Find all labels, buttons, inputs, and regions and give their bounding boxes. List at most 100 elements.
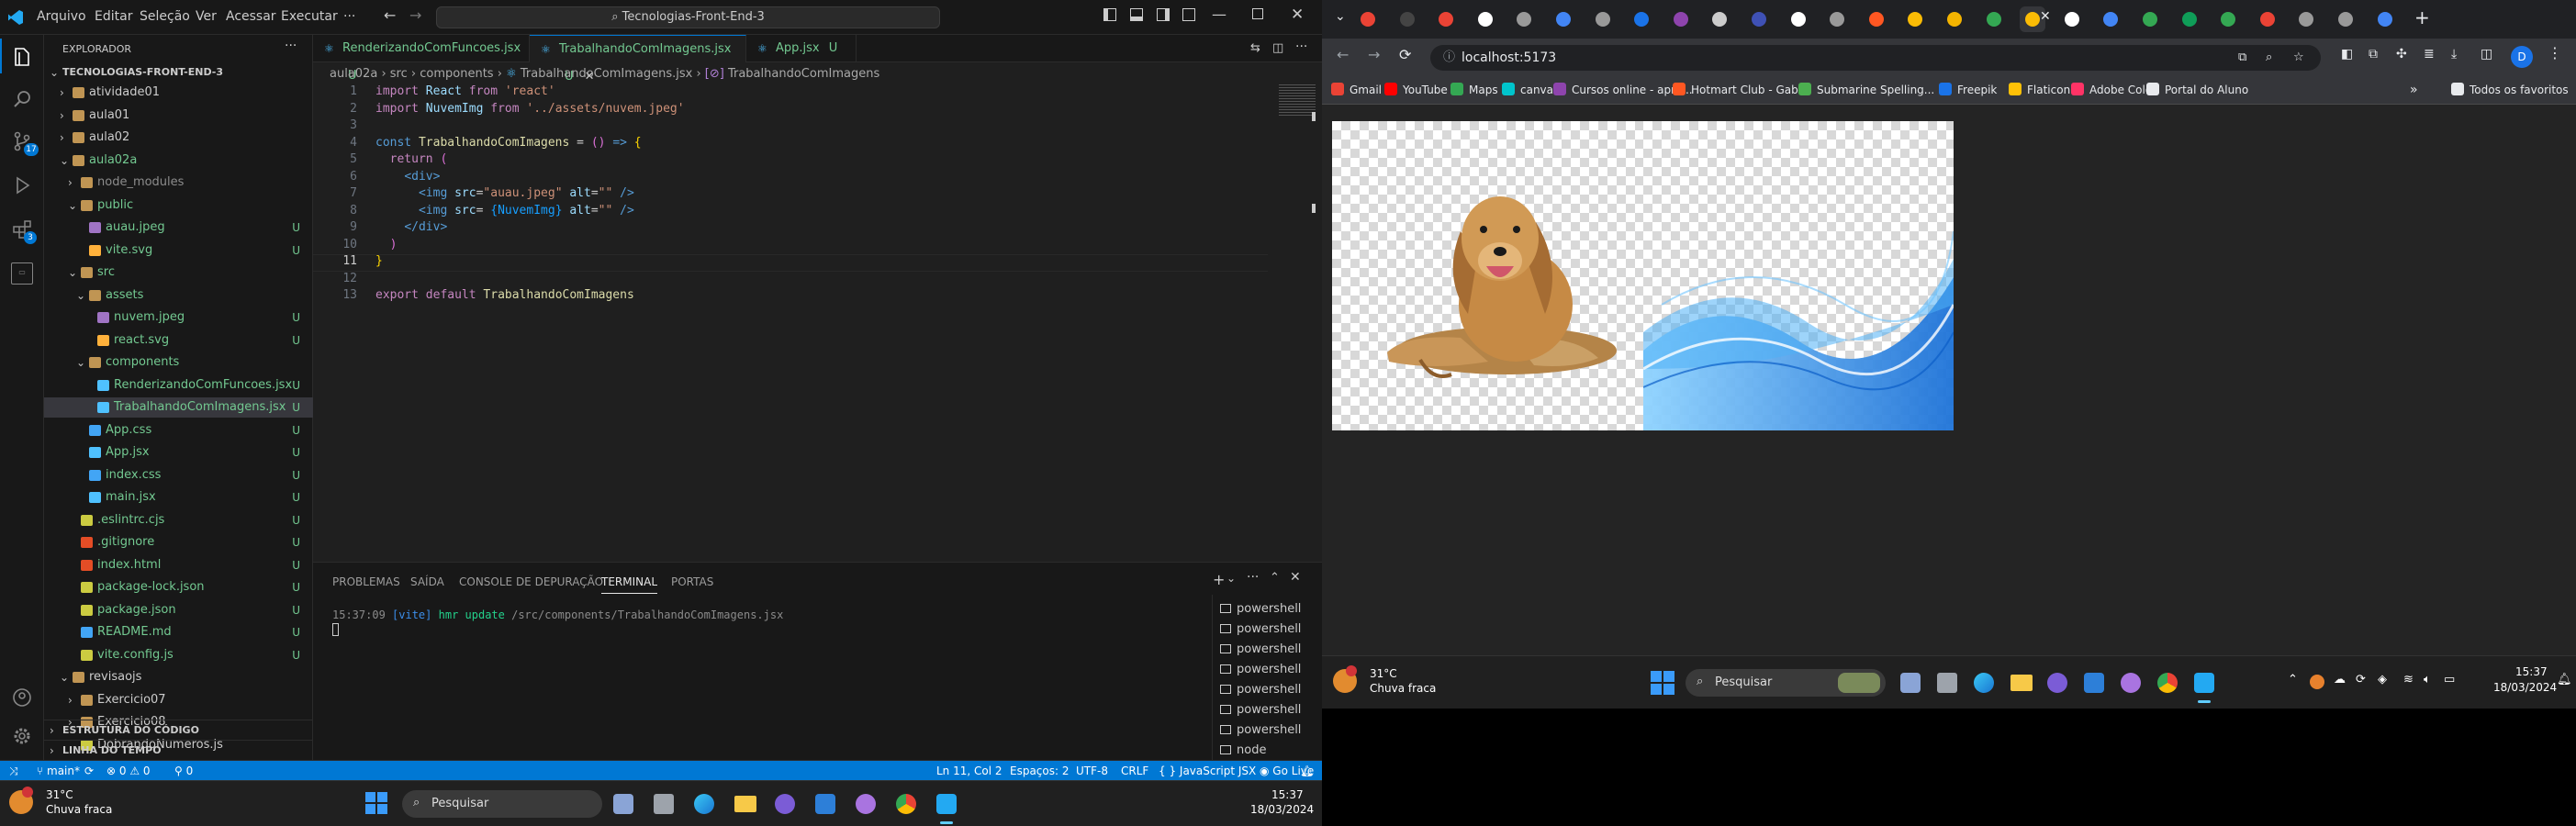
puzzle-icon[interactable]: ✣ (2396, 47, 2407, 61)
back-icon[interactable]: ← (1337, 46, 1349, 63)
maximize-panel-icon[interactable]: ⌃ (1270, 571, 1280, 585)
command-center[interactable]: ⌕ Tecnologias-Front-End-3 (436, 6, 940, 28)
tree-item[interactable]: ⌄ public (44, 195, 313, 216)
zoom-icon[interactable]: ⌕ (2266, 45, 2272, 71)
settings-gear-icon[interactable] (11, 725, 33, 747)
windows-start-icon[interactable] (365, 792, 387, 814)
browser-tab[interactable] (2215, 6, 2241, 32)
minimize-icon[interactable]: — (1212, 6, 1226, 23)
chrome-icon[interactable] (2157, 673, 2178, 693)
nav-back-icon[interactable]: ← (384, 6, 396, 24)
star-bookmark-icon[interactable]: ☆ (2293, 45, 2304, 71)
tree-item[interactable]: › aula01 (44, 106, 313, 126)
wifi-icon[interactable]: ≋ (2403, 673, 2414, 686)
encoding[interactable]: UTF-8 (1076, 761, 1108, 781)
bookmark-item[interactable]: Gmail (1331, 75, 1382, 105)
menu-selecao[interactable]: Seleção (140, 9, 190, 24)
edge-icon[interactable] (694, 794, 714, 814)
bookmark-item[interactable]: Submarine Spelling... (1798, 75, 1934, 105)
browser-tab[interactable] (1590, 6, 1616, 32)
notifications-icon[interactable]: 🔔︎ (1300, 761, 1314, 781)
taskbar-search[interactable]: ⌕ Pesquisar (1686, 669, 1886, 697)
problems-indicator[interactable]: ⊗ 0 ⚠ 0 (106, 761, 151, 781)
edge-icon[interactable] (1974, 673, 1994, 693)
tree-item[interactable]: ⌄ src (44, 262, 313, 283)
tree-item[interactable]: TrabalhandoComImagens.jsx U (44, 397, 313, 418)
tree-item[interactable]: package.json U (44, 600, 313, 620)
browser-tab[interactable] (2255, 6, 2280, 32)
volume-icon[interactable]: 🔈︎ (2424, 673, 2431, 686)
tree-item[interactable]: App.jsx U (44, 442, 313, 463)
bookmark-item[interactable]: Freepik (1939, 75, 1997, 105)
terminal-instance[interactable]: node (1220, 743, 1266, 757)
explorer-icon[interactable] (11, 46, 33, 68)
menu-acessar[interactable]: Acessar (226, 9, 276, 24)
browser-tab[interactable] (2137, 6, 2163, 32)
branch-indicator[interactable]: ⑂ main* (37, 761, 80, 781)
bookmark-item[interactable]: Portal do Aluno (2146, 75, 2248, 105)
app-icon[interactable] (775, 794, 795, 814)
browser-tab[interactable] (2333, 6, 2358, 32)
nav-forward-icon[interactable]: → (409, 6, 421, 24)
browser-tab[interactable] (1394, 6, 1420, 32)
bookmark-item[interactable]: Hotmart Club - Gab... (1673, 75, 1809, 105)
crumb-aula02a[interactable]: aula02a (330, 67, 377, 81)
tree-item[interactable]: index.html U (44, 555, 313, 575)
sync-icon[interactable]: ⟳ (84, 761, 94, 781)
remote-explorer-icon[interactable]: ▭ (11, 262, 33, 285)
browser-tab[interactable] (2177, 6, 2202, 32)
outline-section[interactable]: › ESTRUTURA DO CÓDIGO (44, 720, 313, 740)
bookmark-item[interactable]: canva (1502, 75, 1553, 105)
chrome-menu-icon[interactable]: ⋮ (2548, 44, 2562, 61)
tree-item[interactable]: react.svg U (44, 330, 313, 351)
menu-editar[interactable]: Editar (95, 9, 132, 24)
download-icon[interactable]: ⤓ (2451, 47, 2457, 61)
tab-app[interactable]: ⚛ App.jsx U (746, 35, 857, 62)
split-editor-icon[interactable]: ◫ (1272, 41, 1283, 55)
terminal-instance[interactable]: powershell (1220, 663, 1301, 676)
vscode-icon[interactable] (2194, 673, 2214, 693)
crumb-src[interactable]: src (390, 67, 408, 81)
tree-item[interactable]: App.css U (44, 420, 313, 441)
compare-changes-icon[interactable]: ⇆ (1250, 41, 1260, 55)
browser-tab[interactable] (1746, 6, 1772, 32)
maximize-icon[interactable] (1252, 8, 1263, 19)
terminal-instance[interactable]: powershell (1220, 602, 1301, 616)
profile-avatar[interactable]: D (2511, 46, 2533, 68)
vscode-icon[interactable] (936, 794, 957, 814)
editor-more-icon[interactable]: ··· (1295, 39, 1307, 54)
tree-item[interactable]: package-lock.json U (44, 577, 313, 597)
mail-icon[interactable] (2084, 673, 2104, 693)
menu-more[interactable]: ··· (343, 9, 355, 24)
terminal-output[interactable]: 15:37:09 [vite] hmr update /src/componen… (332, 608, 783, 621)
browser-tab[interactable] (1981, 6, 2007, 32)
toggle-secondary-sidebar-icon[interactable] (1157, 8, 1170, 21)
tab-renderizando[interactable]: ⚛ RenderizandoComFuncoes.jsx U (313, 35, 530, 83)
search-icon[interactable] (11, 88, 33, 110)
tree-item[interactable]: ⌄ aula02a (44, 151, 313, 171)
bookmark-item[interactable]: Cursos online - apre... (1553, 75, 1693, 105)
browser-tab[interactable] (1668, 6, 1694, 32)
cursor-position[interactable]: Ln 11, Col 2 (936, 761, 1002, 781)
bookmark-item[interactable]: Adobe Color (2071, 75, 2156, 105)
bookmark-item[interactable]: Maps (1450, 75, 1498, 105)
tab-saida[interactable]: SAÍDA (410, 575, 444, 588)
tray-app-icon[interactable] (2310, 675, 2324, 689)
browser-tab[interactable] (1942, 6, 1967, 32)
reading-list-icon[interactable]: ≣ (2424, 47, 2435, 61)
run-debug-icon[interactable] (11, 174, 33, 196)
tree-item[interactable]: vite.svg U (44, 240, 313, 261)
browser-tab[interactable] (1511, 6, 1537, 32)
browser-tab[interactable] (1355, 6, 1381, 32)
new-tab-icon[interactable]: + (2414, 6, 2430, 28)
panel-more-icon[interactable]: ··· (1247, 570, 1259, 585)
customize-layout-icon[interactable] (1182, 8, 1195, 21)
remote-icon[interactable]: ⤨ (9, 761, 18, 781)
install-icon[interactable]: ⧉ (2369, 47, 2378, 61)
tab-console[interactable]: CONSOLE DE DEPURAÇÃO (459, 575, 603, 588)
code-editor[interactable]: 1 2 3 4 5 6 7 8 9 10 11 12 13 import React from 'rea… (313, 84, 1322, 562)
toggle-panel-icon[interactable] (1130, 8, 1143, 21)
tab-terminal[interactable]: TERMINAL (601, 575, 658, 594)
tree-item[interactable]: › Exercicio07 (44, 690, 313, 710)
browser-tab[interactable] (1473, 6, 1498, 32)
